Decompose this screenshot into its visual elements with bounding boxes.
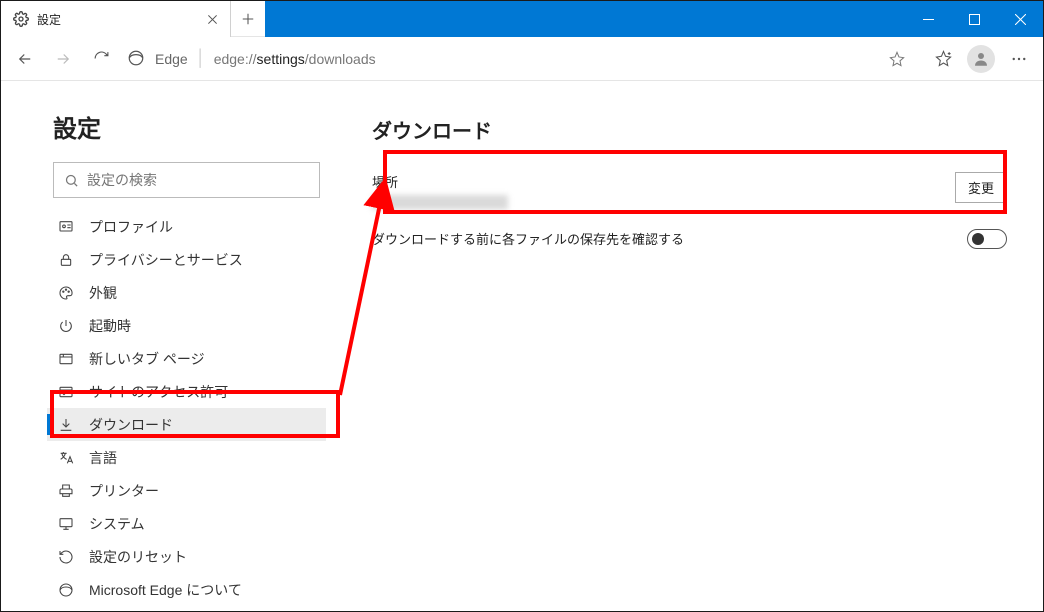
browser-tab[interactable]: 設定 <box>1 1 231 37</box>
sidebar: 設定 プロファイルプライバシーとサービス外観起動時新しいタブ ページサイトのアク… <box>1 81 336 611</box>
downloads-heading: ダウンロード <box>372 115 1007 144</box>
ask-before-download-toggle[interactable] <box>967 229 1007 249</box>
printer-icon <box>57 482 75 500</box>
sidebar-item-label: 外観 <box>89 283 117 303</box>
sidebar-item-system[interactable]: システム <box>47 507 326 540</box>
edge-icon <box>57 581 75 599</box>
sidebar-item-label: 起動時 <box>89 316 131 336</box>
change-location-button[interactable]: 変更 <box>955 172 1007 203</box>
sidebar-item-label: 設定のリセット <box>89 547 187 567</box>
sidebar-item-permissions[interactable]: サイトのアクセス許可 <box>47 375 326 408</box>
palette-icon <box>57 284 75 302</box>
back-button[interactable] <box>7 41 43 77</box>
sidebar-item-download[interactable]: ダウンロード <box>47 408 326 441</box>
more-button[interactable] <box>1001 41 1037 77</box>
maximize-button[interactable] <box>951 1 997 37</box>
gear-icon <box>13 11 29 27</box>
sidebar-item-printer[interactable]: プリンター <box>47 474 326 507</box>
sidebar-item-power[interactable]: 起動時 <box>47 309 326 342</box>
profile-avatar[interactable] <box>967 45 995 73</box>
settings-heading: 設定 <box>47 109 326 144</box>
favorite-icon[interactable] <box>889 51 917 67</box>
settings-search[interactable] <box>53 162 320 198</box>
sidebar-item-label: ダウンロード <box>89 415 173 435</box>
system-icon <box>57 515 75 533</box>
new-tab-button[interactable] <box>231 1 265 37</box>
sidebar-item-label: プリンター <box>89 481 159 501</box>
titlebar-drag-area <box>265 1 905 37</box>
download-icon <box>57 416 75 434</box>
content: 設定 プロファイルプライバシーとサービス外観起動時新しいタブ ページサイトのアク… <box>1 81 1043 611</box>
search-input[interactable] <box>87 172 309 188</box>
ask-before-download-label: ダウンロードする前に各ファイルの保存先を確認する <box>372 229 967 248</box>
sidebar-item-reset[interactable]: 設定のリセット <box>47 540 326 573</box>
reset-icon <box>57 548 75 566</box>
power-icon <box>57 317 75 335</box>
sidebar-item-label: サイトのアクセス許可 <box>89 382 228 402</box>
sidebar-item-label: 言語 <box>89 448 117 468</box>
tab-title: 設定 <box>37 11 204 28</box>
location-label: 場所 <box>372 172 955 191</box>
language-icon <box>57 449 75 467</box>
minimize-button[interactable] <box>905 1 951 37</box>
sidebar-item-label: システム <box>89 514 145 534</box>
refresh-button[interactable] <box>83 41 119 77</box>
window-controls <box>905 1 1043 37</box>
sidebar-item-lock[interactable]: プライバシーとサービス <box>47 243 326 276</box>
main-panel: ダウンロード 場所 ████████████████ 変更 ダウンロードする前に… <box>336 81 1043 611</box>
settings-nav: プロファイルプライバシーとサービス外観起動時新しいタブ ページサイトのアクセス許… <box>47 210 326 606</box>
location-row: 場所 ████████████████ 変更 <box>372 162 1007 219</box>
sidebar-item-label: プライバシーとサービス <box>89 250 243 270</box>
favorites-button[interactable] <box>925 41 961 77</box>
newtab-icon <box>57 350 75 368</box>
sidebar-item-palette[interactable]: 外観 <box>47 276 326 309</box>
sidebar-item-newtab[interactable]: 新しいタブ ページ <box>47 342 326 375</box>
sidebar-item-label: 新しいタブ ページ <box>89 349 205 369</box>
sidebar-item-edge[interactable]: Microsoft Edge について <box>47 573 326 606</box>
sidebar-item-language[interactable]: 言語 <box>47 441 326 474</box>
address-url: edge://settings/downloads <box>214 51 376 67</box>
lock-icon <box>57 251 75 269</box>
forward-button[interactable] <box>45 41 81 77</box>
close-window-button[interactable] <box>997 1 1043 37</box>
titlebar: 設定 <box>1 1 1043 37</box>
edge-icon <box>127 49 147 69</box>
search-icon <box>64 173 79 188</box>
sidebar-item-label: Microsoft Edge について <box>89 580 242 600</box>
ask-before-download-row: ダウンロードする前に各ファイルの保存先を確認する <box>372 219 1007 259</box>
toolbar: Edge │ edge://settings/downloads <box>1 37 1043 81</box>
address-scheme-label: Edge <box>155 51 188 67</box>
location-path: ████████████████ <box>372 195 955 209</box>
sidebar-item-profile[interactable]: プロファイル <box>47 210 326 243</box>
profile-icon <box>57 218 75 236</box>
close-icon[interactable] <box>204 11 220 27</box>
address-bar[interactable]: Edge │ edge://settings/downloads <box>125 43 919 75</box>
sidebar-item-label: プロファイル <box>89 217 173 237</box>
address-separator: │ <box>196 50 206 68</box>
permissions-icon <box>57 383 75 401</box>
